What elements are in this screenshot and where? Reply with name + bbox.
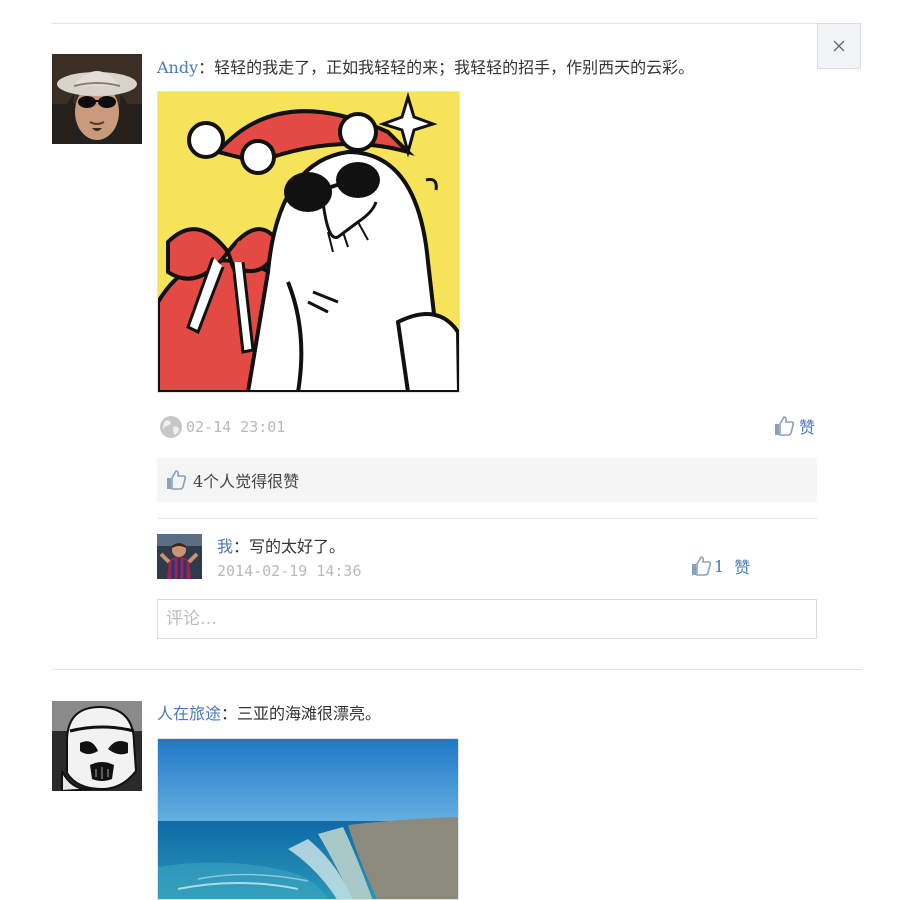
comment-separator: ： bbox=[233, 537, 250, 556]
comment-like-button[interactable]: 1 赞 bbox=[690, 553, 750, 579]
comment-input[interactable] bbox=[157, 599, 817, 639]
post-divider bbox=[52, 669, 862, 670]
like-button[interactable]: 赞 bbox=[773, 413, 815, 439]
likes-summary-text[interactable]: 4个人觉得很赞 bbox=[193, 468, 299, 492]
post-author-name[interactable]: Andy bbox=[157, 58, 198, 77]
beach-photo-image bbox=[158, 739, 458, 899]
post-image[interactable] bbox=[157, 91, 460, 393]
post-text: 人在旅途：三亚的海滩很漂亮。 bbox=[157, 700, 381, 724]
post-meta: 02-14 23:01 bbox=[159, 414, 285, 440]
comment-like-count: 1 bbox=[714, 556, 725, 576]
thumbs-up-icon bbox=[692, 556, 712, 576]
globe-icon bbox=[160, 416, 182, 438]
comment-like-label: 赞 bbox=[734, 558, 751, 577]
comments-divider bbox=[157, 518, 817, 519]
post-author-separator: ： bbox=[198, 58, 215, 77]
comment-text: 我：写的太好了。 bbox=[217, 533, 345, 557]
post-text: Andy：轻轻的我走了，正如我轻轻的来；我轻轻的招手，作别西天的云彩。 bbox=[157, 54, 694, 78]
polar-bear-cartoon-image bbox=[158, 92, 459, 392]
post-content: 三亚的海滩很漂亮。 bbox=[237, 704, 382, 723]
comment-author-name[interactable]: 我 bbox=[217, 537, 233, 556]
post-author-avatar[interactable] bbox=[52, 54, 142, 144]
close-button[interactable] bbox=[817, 23, 861, 69]
feed-page: Andy：轻轻的我走了，正如我轻轻的来；我轻轻的招手，作别西天的云彩。 02-1… bbox=[0, 0, 900, 900]
comment-author-avatar[interactable] bbox=[157, 534, 202, 579]
top-divider bbox=[52, 23, 862, 24]
likes-summary-bar: 4个人觉得很赞 bbox=[157, 458, 817, 502]
avatar-soccer-player-image bbox=[157, 534, 202, 579]
post-author-avatar[interactable] bbox=[52, 701, 142, 791]
post-timestamp: 02-14 23:01 bbox=[186, 418, 286, 436]
avatar-man-image bbox=[52, 54, 142, 144]
like-label: 赞 bbox=[799, 418, 816, 437]
comment-content: 写的太好了。 bbox=[249, 537, 346, 556]
post-content: 轻轻的我走了，正如我轻轻的来；我轻轻的招手，作别西天的云彩。 bbox=[214, 58, 695, 77]
thumbs-up-icon bbox=[167, 470, 187, 490]
close-icon bbox=[833, 40, 845, 52]
post-image[interactable] bbox=[157, 738, 459, 900]
comment-timestamp: 2014-02-19 14:36 bbox=[217, 562, 362, 580]
avatar-stormtrooper-image bbox=[52, 701, 142, 791]
thumbs-up-icon bbox=[775, 416, 795, 436]
post-author-name[interactable]: 人在旅途 bbox=[157, 704, 221, 723]
post-author-separator: ： bbox=[221, 704, 238, 723]
